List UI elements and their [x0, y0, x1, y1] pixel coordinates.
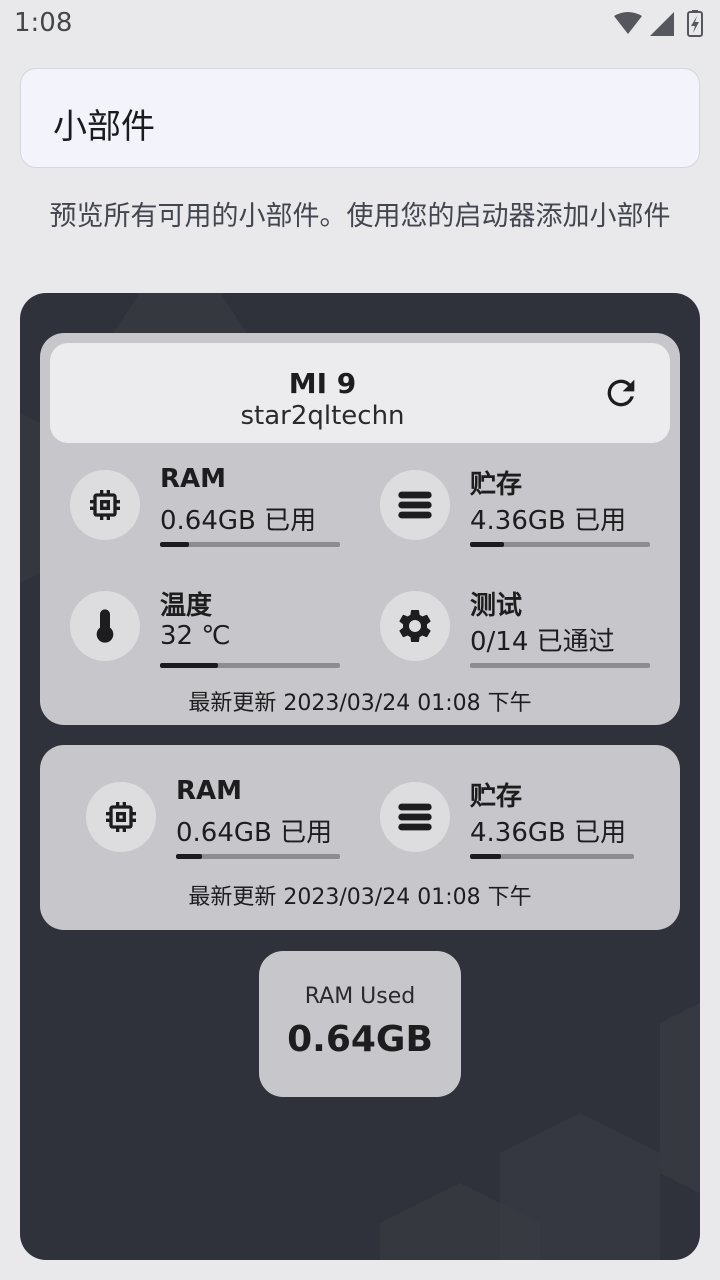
ram-used-value: 0.64GB [287, 1019, 433, 1060]
progress-fill [470, 854, 502, 859]
battery-charging-icon [687, 10, 703, 37]
stat-label: 温度 [160, 591, 213, 621]
stat-value: 4.36GB 已用 [470, 818, 627, 848]
page-title-card: 小部件 [20, 68, 700, 168]
refresh-button[interactable] [595, 367, 647, 419]
progress-bar [176, 854, 340, 859]
status-time: 1:08 [14, 8, 73, 38]
progress-fill [470, 542, 505, 547]
chip-icon [70, 470, 140, 540]
device-model: star2qltechn [240, 401, 405, 431]
device-info-widget-large[interactable]: MI 9 star2qltechn RAM 0.64GB 已用 贮存 4.36G… [40, 333, 680, 725]
progress-bar [470, 663, 650, 668]
progress-bar [160, 542, 340, 547]
progress-fill [176, 854, 203, 859]
chip-icon [86, 782, 156, 852]
gear-icon [380, 591, 450, 661]
storage-icon [380, 782, 450, 852]
stat-label: 贮存 [470, 782, 523, 812]
device-name: MI 9 [288, 367, 357, 400]
last-updated-text: 最新更新 2023/03/24 01:08 下午 [188, 691, 532, 716]
stat-label: 贮存 [470, 470, 523, 500]
widget-preview-area: MI 9 star2qltechn RAM 0.64GB 已用 贮存 4.36G… [20, 293, 700, 1260]
description-text: 预览所有可用的小部件。使用您的启动器添加小部件 [49, 201, 671, 232]
stat-ram: RAM 0.64GB 已用 [70, 464, 350, 570]
wifi-icon [614, 12, 642, 34]
stat-value: 32 ℃ [160, 621, 231, 651]
progress-fill [160, 663, 218, 668]
stat-storage: 贮存 4.36GB 已用 [380, 782, 640, 882]
cell-signal-icon [650, 12, 674, 36]
storage-icon [380, 470, 450, 540]
device-header: MI 9 star2qltechn [50, 343, 670, 443]
device-info-widget-medium[interactable]: RAM 0.64GB 已用 贮存 4.36GB 已用 最新更新 2023/03/… [40, 745, 680, 930]
page-title: 小部件 [53, 107, 155, 147]
stat-value: 4.36GB 已用 [470, 506, 627, 536]
status-bar: 1:08 [0, 0, 720, 50]
refresh-icon [607, 379, 635, 407]
stat-ram: RAM 0.64GB 已用 [86, 776, 346, 882]
progress-fill [160, 542, 189, 547]
last-updated-text: 最新更新 2023/03/24 01:08 下午 [188, 885, 532, 910]
status-icons-svg [614, 10, 703, 37]
progress-bar [470, 542, 650, 547]
progress-bar [160, 663, 340, 668]
stat-label: RAM [176, 776, 243, 806]
stat-label: RAM [160, 464, 227, 494]
thermometer-icon [70, 591, 140, 661]
stat-tests: 测试 0/14 已通过 [380, 591, 660, 691]
stat-value: 0.64GB 已用 [176, 818, 333, 848]
stat-label: 测试 [470, 591, 523, 621]
stat-value: 0.64GB 已用 [160, 506, 317, 536]
ram-used-label: RAM Used [304, 984, 416, 1009]
progress-bar [470, 854, 634, 859]
stat-storage: 贮存 4.36GB 已用 [380, 470, 660, 570]
status-icons [610, 10, 710, 38]
ram-used-widget-small[interactable]: RAM Used 0.64GB [259, 951, 461, 1097]
stat-temperature: 温度 32 ℃ [70, 591, 350, 691]
stat-value: 0/14 已通过 [470, 627, 615, 657]
